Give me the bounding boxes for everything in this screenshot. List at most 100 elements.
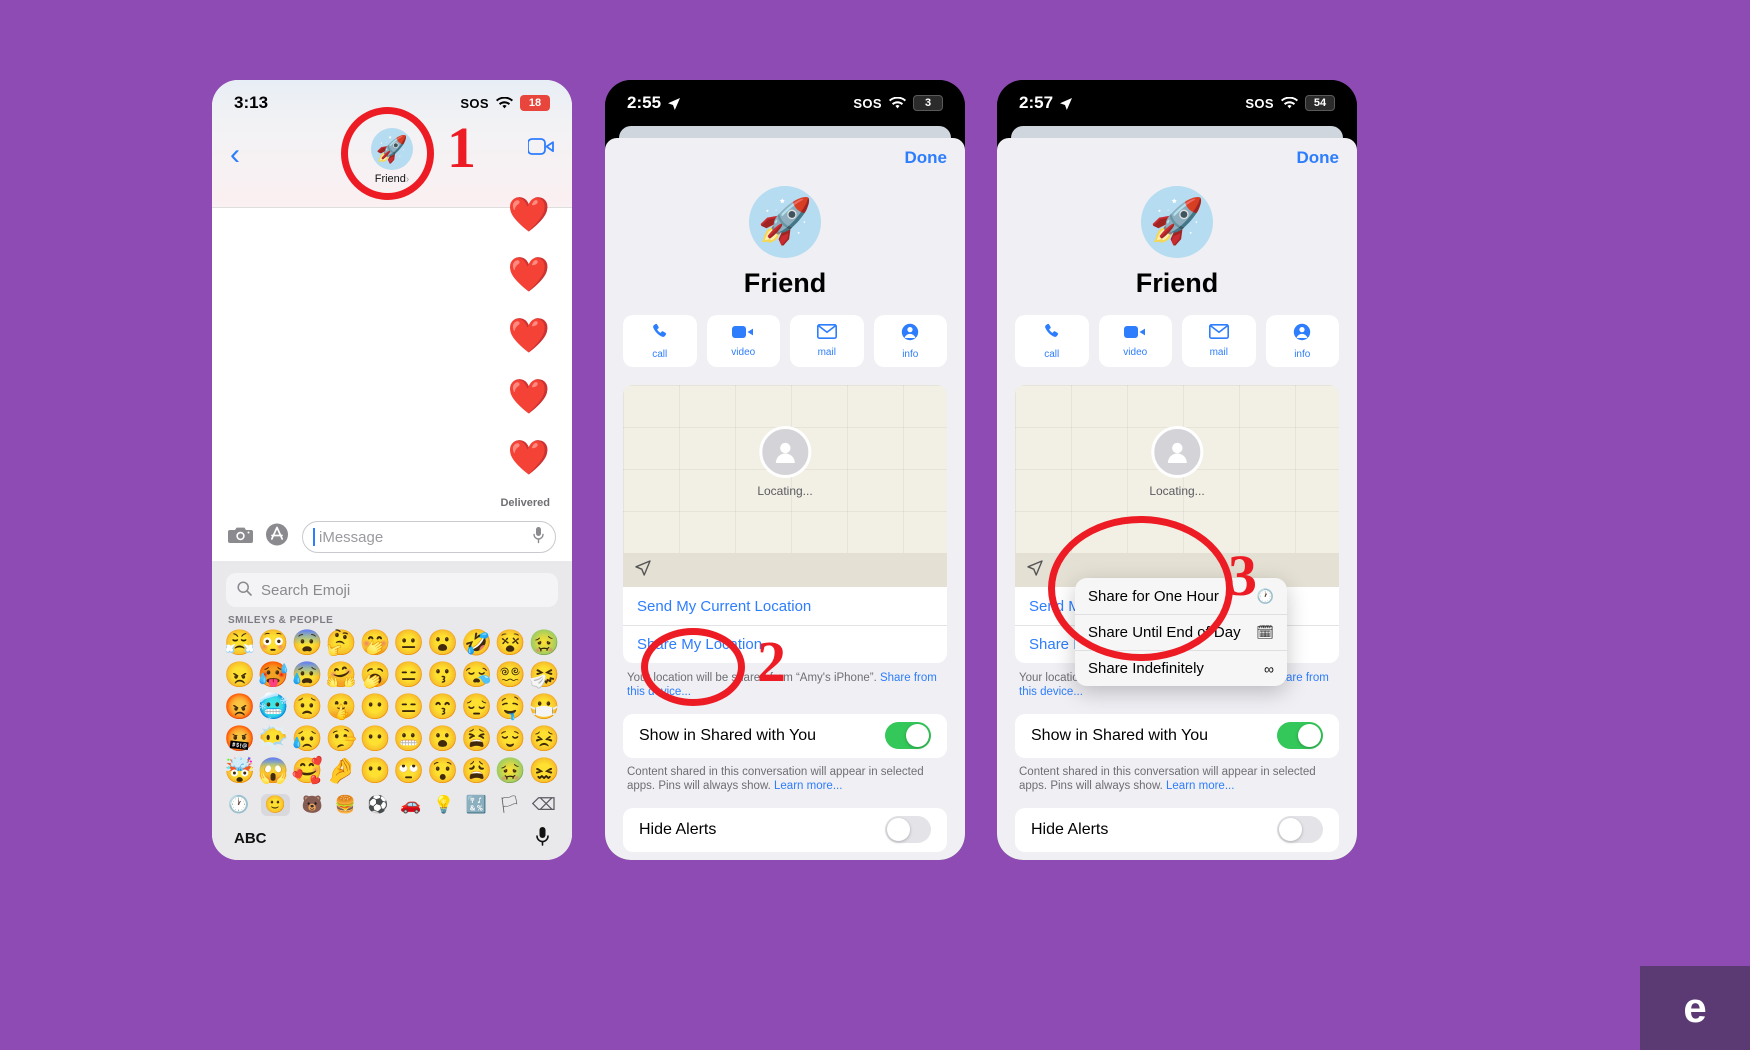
emoji-key[interactable]: 😶 bbox=[359, 756, 390, 786]
emoji-key[interactable]: 🤥 bbox=[326, 724, 357, 754]
learn-more-link[interactable]: Learn more... bbox=[1166, 780, 1234, 792]
emoji-key[interactable]: 🤢 bbox=[495, 756, 526, 786]
show-in-shared-with-you-row[interactable]: Show in Shared with You bbox=[1015, 713, 1339, 758]
disclaimer-text: Your location will be shared from “Amy's… bbox=[627, 672, 880, 684]
emoji-key[interactable]: 😠 bbox=[224, 660, 255, 690]
action-label: video bbox=[1123, 346, 1148, 358]
flags-icon[interactable]: 🏳 bbox=[499, 795, 521, 815]
video-button[interactable]: video bbox=[706, 315, 780, 367]
mail-button[interactable]: mail bbox=[1182, 315, 1256, 367]
camera-icon[interactable] bbox=[228, 525, 253, 550]
symbols-icon[interactable]: 🔣 bbox=[466, 795, 487, 815]
emoji-key[interactable]: 😐 bbox=[393, 628, 424, 658]
info-button[interactable]: info bbox=[1265, 315, 1339, 367]
emoji-key[interactable]: 🤬 bbox=[224, 724, 255, 754]
animals-icon[interactable]: 🐻 bbox=[302, 795, 323, 815]
emoji-key[interactable]: 🥵 bbox=[258, 660, 289, 690]
video-button[interactable]: video bbox=[1098, 315, 1172, 367]
location-arrow-icon bbox=[1059, 96, 1073, 110]
share-until-end-of-day-item[interactable]: Share Until End of Day 🗓 bbox=[1075, 614, 1287, 650]
emoji-key[interactable]: 🤭 bbox=[359, 628, 390, 658]
emoji-key[interactable]: 😌 bbox=[495, 724, 526, 754]
emoji-key[interactable]: 🤧 bbox=[529, 660, 560, 690]
emoji-key[interactable]: 🤤 bbox=[495, 692, 526, 722]
contact-chip[interactable]: 🚀 Friend› bbox=[212, 128, 572, 185]
emoji-key[interactable]: 😶‍🌫️ bbox=[258, 724, 289, 754]
emoji-key[interactable]: 😔 bbox=[461, 692, 492, 722]
action-label: video bbox=[731, 346, 756, 358]
emoji-key[interactable]: 🤗 bbox=[326, 660, 357, 690]
emoji-key[interactable]: 😨 bbox=[292, 628, 323, 658]
hide-alerts-row[interactable]: Hide Alerts bbox=[623, 807, 947, 852]
message-bubble: ❤️ bbox=[507, 256, 550, 294]
emoji-key[interactable]: 🤔 bbox=[326, 628, 357, 658]
emoji-key[interactable]: 😬 bbox=[393, 724, 424, 754]
emoji-key[interactable]: 😮 bbox=[427, 628, 458, 658]
emoji-key[interactable]: 😟 bbox=[292, 692, 323, 722]
mail-button[interactable]: mail bbox=[790, 315, 864, 367]
emoji-key[interactable]: 😙 bbox=[427, 692, 458, 722]
done-button[interactable]: Done bbox=[905, 148, 948, 168]
app-store-icon[interactable] bbox=[265, 522, 290, 552]
emoji-key[interactable]: 😯 bbox=[427, 756, 458, 786]
share-indefinitely-item[interactable]: Share Indefinitely ∞ bbox=[1075, 650, 1287, 686]
emoji-key[interactable]: 🤌 bbox=[326, 756, 357, 786]
call-button[interactable]: call bbox=[623, 315, 697, 367]
search-emoji-input[interactable]: Search Emoji bbox=[226, 573, 558, 607]
emoji-key[interactable]: 😤 bbox=[224, 628, 255, 658]
hide-alerts-toggle[interactable] bbox=[1277, 816, 1323, 843]
emoji-key[interactable]: 😑 bbox=[393, 660, 424, 690]
emoji-key[interactable]: 🤯 bbox=[224, 756, 255, 786]
emoji-key[interactable]: 😶 bbox=[359, 724, 390, 754]
shared-with-you-toggle[interactable] bbox=[885, 722, 931, 750]
hide-alerts-row[interactable]: Hide Alerts bbox=[1015, 807, 1339, 852]
abc-key[interactable]: ABC bbox=[234, 830, 267, 847]
emoji-key[interactable]: 😵‍💫 bbox=[495, 660, 526, 690]
smileys-icon[interactable]: 🙂 bbox=[260, 794, 290, 816]
emoji-key[interactable]: 😰 bbox=[292, 660, 323, 690]
emoji-key[interactable]: 😪 bbox=[461, 660, 492, 690]
emoji-key[interactable]: 🥶 bbox=[258, 692, 289, 722]
travel-icon[interactable]: 🚗 bbox=[400, 795, 421, 815]
avatar[interactable]: 🚀 bbox=[371, 128, 413, 170]
emoji-key[interactable]: 😡 bbox=[224, 692, 255, 722]
location-map[interactable]: Locating... bbox=[1015, 385, 1339, 553]
microphone-icon[interactable] bbox=[535, 826, 550, 851]
emoji-key[interactable]: 🥰 bbox=[292, 756, 323, 786]
activity-icon[interactable]: ⚽ bbox=[367, 795, 388, 815]
call-button[interactable]: call bbox=[1015, 315, 1089, 367]
hide-alerts-toggle[interactable] bbox=[885, 816, 931, 843]
delete-icon[interactable]: ⌫ bbox=[532, 795, 556, 815]
emoji-key[interactable]: 🥱 bbox=[359, 660, 390, 690]
emoji-key[interactable]: 🤢 bbox=[529, 628, 560, 658]
emoji-key[interactable]: 😣 bbox=[529, 724, 560, 754]
emoji-key[interactable]: 😵 bbox=[495, 628, 526, 658]
emoji-key[interactable]: 😱 bbox=[258, 756, 289, 786]
send-my-current-location-link[interactable]: Send My Current Location bbox=[623, 587, 947, 625]
emoji-key[interactable]: 😫 bbox=[461, 724, 492, 754]
emoji-key[interactable]: 😮 bbox=[427, 724, 458, 754]
emoji-key[interactable]: 🙄 bbox=[393, 756, 424, 786]
microphone-icon[interactable] bbox=[532, 526, 545, 548]
emoji-key[interactable]: 😗 bbox=[427, 660, 458, 690]
emoji-key[interactable]: 🤫 bbox=[326, 692, 357, 722]
emoji-key[interactable]: 😑 bbox=[393, 692, 424, 722]
emoji-key[interactable]: 😶 bbox=[359, 692, 390, 722]
food-icon[interactable]: 🍔 bbox=[334, 795, 355, 815]
emoji-key[interactable]: 😖 bbox=[529, 756, 560, 786]
emoji-key[interactable]: 😩 bbox=[461, 756, 492, 786]
sheet-peek bbox=[619, 126, 951, 138]
learn-more-link[interactable]: Learn more... bbox=[774, 780, 842, 792]
emoji-key[interactable]: 😷 bbox=[529, 692, 560, 722]
show-in-shared-with-you-row[interactable]: Show in Shared with You bbox=[623, 713, 947, 758]
info-button[interactable]: info bbox=[873, 315, 947, 367]
emoji-key[interactable]: 🤣 bbox=[461, 628, 492, 658]
location-map[interactable]: Locating... bbox=[623, 385, 947, 553]
emoji-key[interactable]: 😳 bbox=[258, 628, 289, 658]
shared-with-you-toggle[interactable] bbox=[1277, 722, 1323, 750]
emoji-key[interactable]: 😥 bbox=[292, 724, 323, 754]
message-input[interactable]: iMessage bbox=[302, 521, 556, 553]
recents-icon[interactable]: 🕐 bbox=[228, 795, 249, 815]
done-button[interactable]: Done bbox=[1297, 148, 1340, 168]
objects-icon[interactable]: 💡 bbox=[433, 795, 454, 815]
